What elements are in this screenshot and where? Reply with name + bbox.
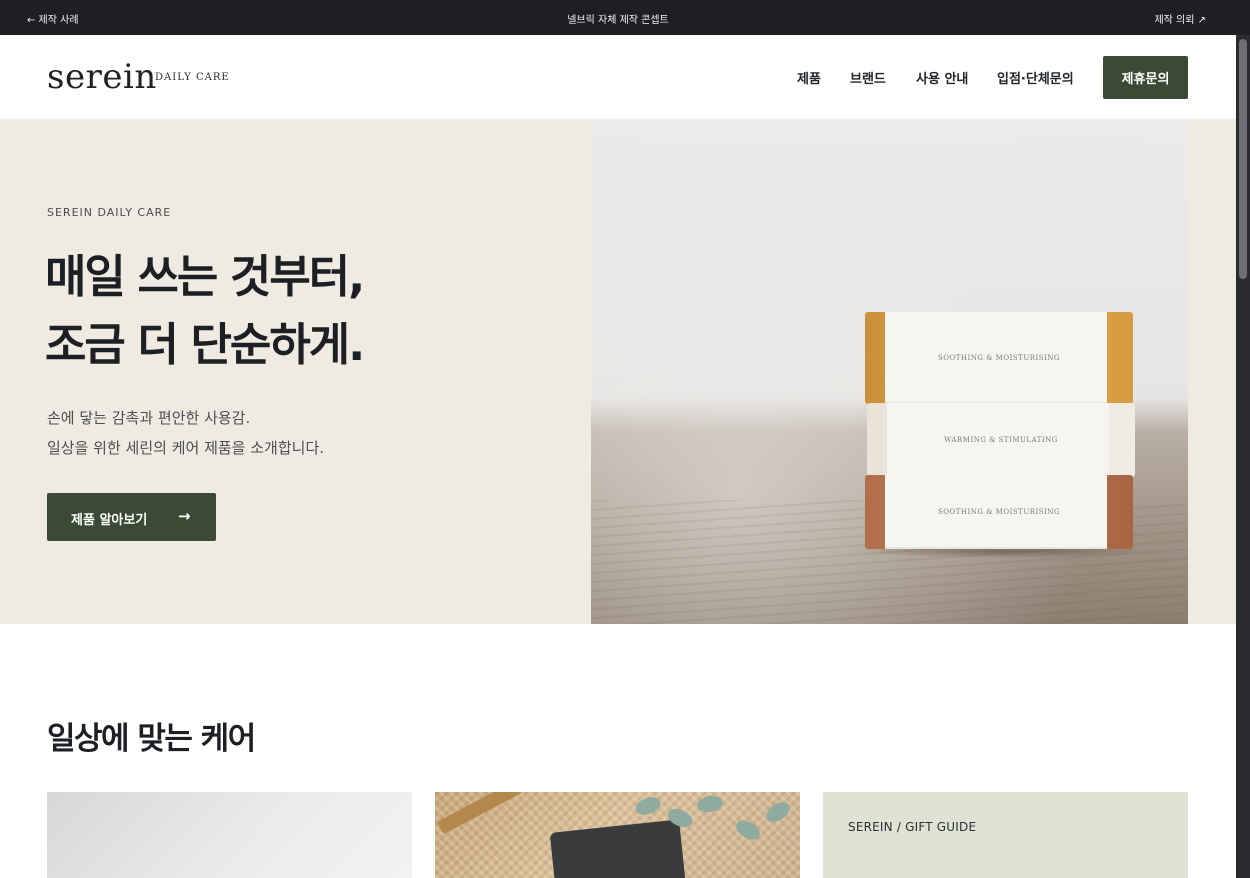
hero-description: 손에 닿는 감촉과 편안한 사용감. 일상을 위한 세린의 케어 제품을 소개합…	[47, 403, 324, 463]
hero-section: SEREIN DAILY CARE 매일 쓰는 것부터, 조금 더 단순하게. …	[0, 120, 1236, 624]
nav-wholesale-inquiry[interactable]: 입점·단체문의	[997, 68, 1074, 87]
top-bar: ← 제작 사례 넬브릭 자체 제작 콘셉트 제작 의뢰 ↗	[0, 0, 1250, 35]
soap-bar-middle: WARMING & STIMULATING	[867, 403, 1135, 477]
hero-eyebrow: SEREIN DAILY CARE	[47, 206, 172, 219]
logo[interactable]: serein	[47, 57, 157, 97]
description-line-2: 일상을 위한 세린의 케어 제품을 소개합니다.	[47, 439, 325, 457]
soap-label-bottom: SOOTHING & MOISTURISING	[937, 508, 1061, 516]
page-scrollbar[interactable]	[1236, 35, 1250, 878]
hero-soap-photo: SOOTHING & MOISTURISING WARMING & STIMUL…	[591, 120, 1188, 624]
description-line-1: 손에 닿는 감촉과 편안한 사용감.	[47, 409, 251, 427]
nav-products[interactable]: 제품	[797, 68, 821, 87]
section-title: 일상에 맞는 케어	[47, 721, 256, 757]
soap-label-top: SOOTHING & MOISTURISING	[937, 354, 1061, 362]
soap-bar-top: SOOTHING & MOISTURISING	[865, 312, 1133, 404]
soap-bar-bottom: SOOTHING & MOISTURISING	[865, 475, 1133, 549]
product-card-2[interactable]	[435, 792, 800, 878]
request-production-link[interactable]: 제작 의뢰 ↗	[1154, 11, 1206, 26]
nav-brand[interactable]: 브랜드	[850, 68, 886, 87]
partnership-inquiry-button[interactable]: 제휴문의	[1103, 56, 1188, 99]
hero-headline: 매일 쓰는 것부터, 조금 더 단순하게.	[45, 243, 365, 379]
headline-line-1: 매일 쓰는 것부터,	[45, 250, 365, 303]
soap-label-middle: WARMING & STIMULATING	[944, 436, 1058, 444]
gift-guide-tag: SEREIN / GIFT GUIDE	[848, 820, 977, 834]
nav-usage-guide[interactable]: 사용 안내	[916, 68, 968, 87]
product-card-1[interactable]	[47, 792, 412, 878]
explore-products-label: 제품 알아보기	[71, 513, 148, 528]
scrollbar-thumb[interactable]	[1239, 39, 1247, 279]
arrow-right-icon: →	[178, 507, 191, 525]
site-header: serein DAILY CARE 제품 브랜드 사용 안내 입점·단체문의 제…	[0, 35, 1236, 120]
headline-line-2: 조금 더 단순하게.	[45, 318, 365, 371]
gift-guide-card[interactable]: SEREIN / GIFT GUIDE	[823, 792, 1188, 878]
explore-products-button[interactable]: 제품 알아보기 →	[47, 493, 216, 541]
concept-notice: 넬브릭 자체 제작 콘셉트	[567, 15, 669, 26]
logo-subtitle: DAILY CARE	[155, 72, 230, 83]
